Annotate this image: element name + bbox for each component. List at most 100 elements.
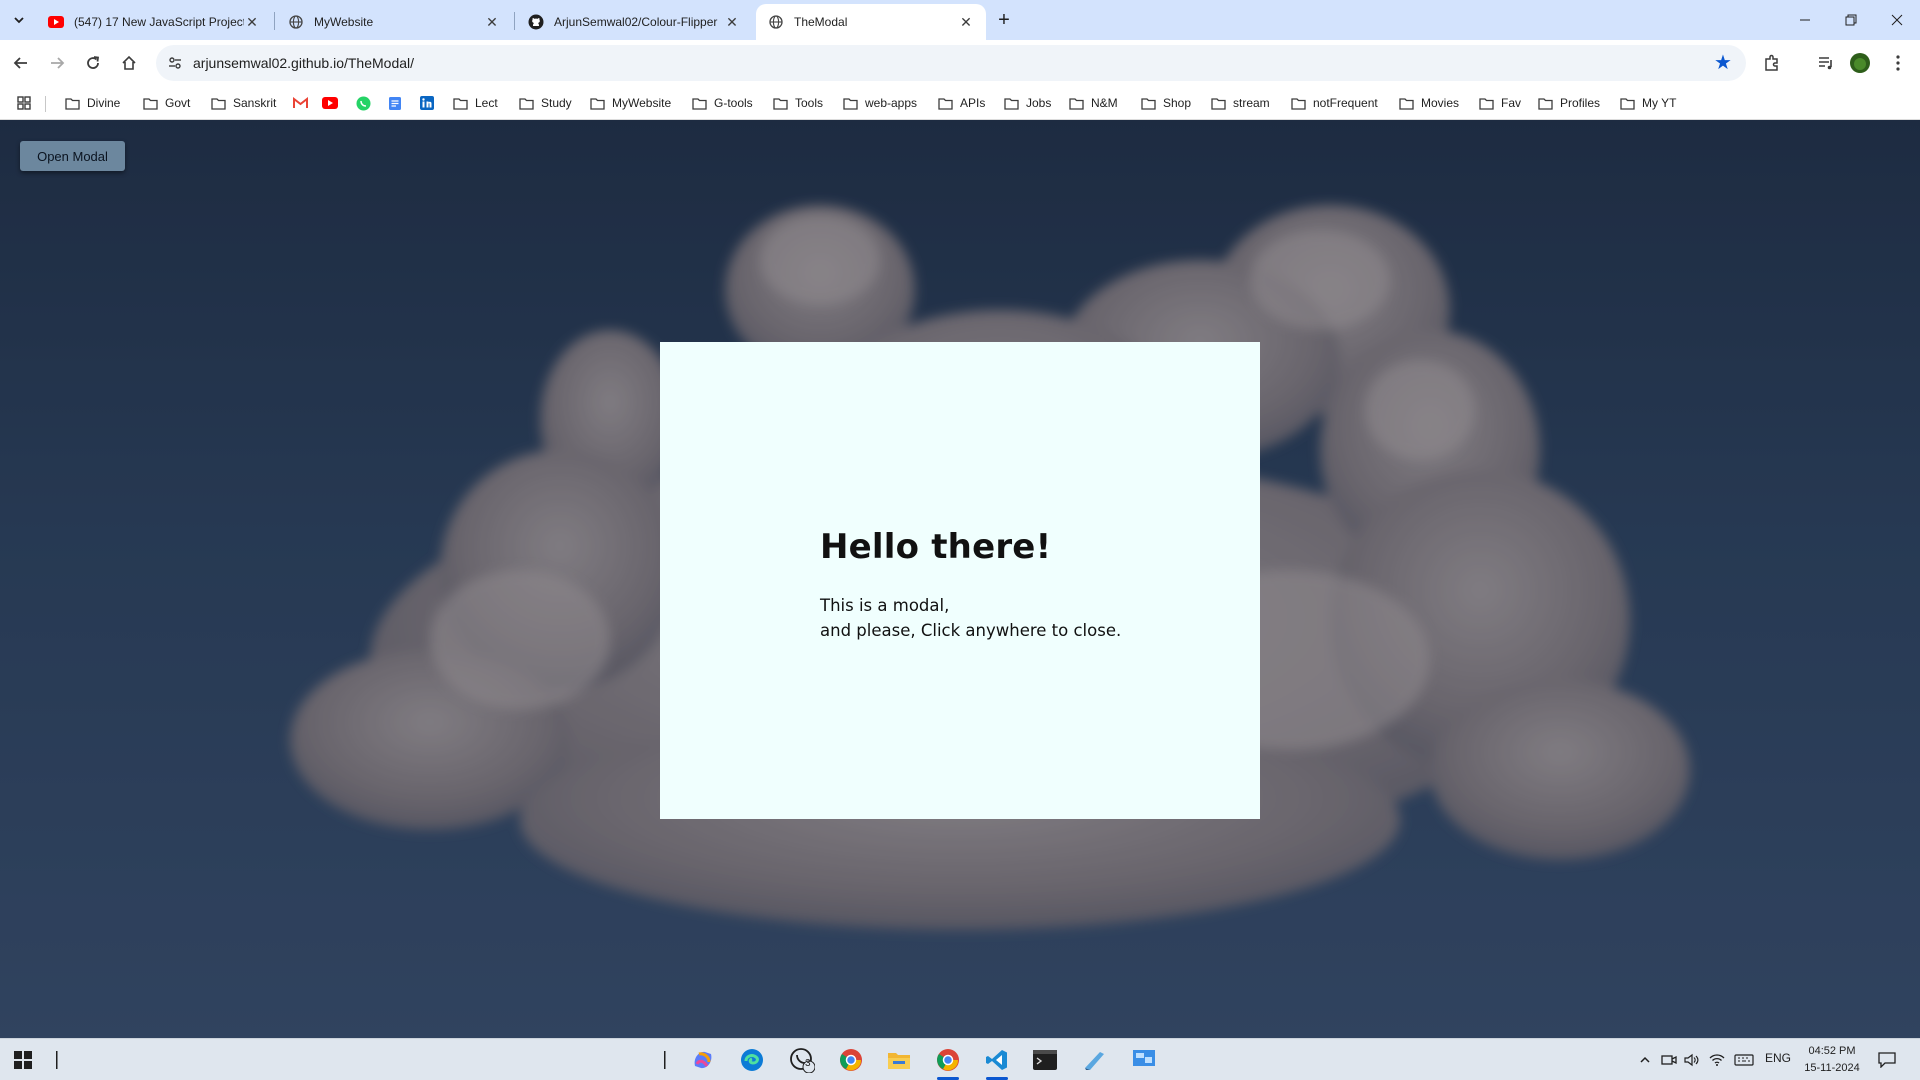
tab-title: MyWebsite <box>314 15 374 29</box>
bookmark-folder-mywebsite[interactable]: MyWebsite <box>589 91 671 115</box>
tab-themodal[interactable]: TheModal ✕ <box>756 4 986 40</box>
close-tab-icon[interactable]: ✕ <box>484 14 500 30</box>
new-tab-button[interactable]: + <box>990 8 1018 32</box>
profile-avatar[interactable] <box>1848 51 1872 75</box>
bookmark-folder-notfrequent[interactable]: notFrequent <box>1290 91 1378 115</box>
bookmark-folder-apis[interactable]: APIs <box>937 91 985 115</box>
folder-icon <box>1210 95 1226 111</box>
apps-button[interactable] <box>16 91 39 115</box>
taskbar-copilot[interactable] <box>686 1045 720 1075</box>
close-tab-icon[interactable]: ✕ <box>244 14 260 30</box>
task-view-button[interactable] <box>40 1045 74 1075</box>
bookmark-docs[interactable] <box>387 91 410 115</box>
tab-strip: (547) 17 New JavaScript Project ✕ MyWebs… <box>0 0 1920 40</box>
bookmark-folder-g-tools[interactable]: G-tools <box>691 91 753 115</box>
input-language[interactable]: ENG <box>1765 1051 1791 1065</box>
taskbar-vscode[interactable] <box>980 1045 1014 1080</box>
chevron-up-icon <box>1640 1056 1650 1063</box>
taskbar-chrome[interactable] <box>931 1045 965 1080</box>
folder-icon <box>1619 95 1635 111</box>
page-viewport[interactable]: Open Modal Hello there! This is a modal,… <box>0 120 1920 1038</box>
close-tab-icon[interactable]: ✕ <box>724 14 740 30</box>
folder-icon <box>772 95 788 111</box>
bookmark-folder-shop[interactable]: Shop <box>1140 91 1191 115</box>
tab-youtube[interactable]: (547) 17 New JavaScript Project ✕ <box>36 4 272 40</box>
reload-icon <box>87 56 100 69</box>
bookmark-folder-divine[interactable]: Divine <box>64 91 120 115</box>
restore-button[interactable] <box>1828 0 1874 40</box>
minimize-button[interactable] <box>1782 0 1828 40</box>
bookmark-folder-jobs[interactable]: Jobs <box>1003 91 1051 115</box>
bookmark-folder-sanskrit[interactable]: Sanskrit <box>210 91 276 115</box>
whatsapp-icon <box>355 95 371 111</box>
folder-icon <box>1003 95 1019 111</box>
bookmark-folder-profiles[interactable]: Profiles <box>1537 91 1600 115</box>
forward-button[interactable] <box>42 48 72 78</box>
bookmark-linkedin[interactable] <box>419 91 442 115</box>
browser-toolbar: arjunsemwal02.github.io/TheModal/ ★ <box>0 40 1920 86</box>
whatsapp-badge: 3 <box>805 1058 811 1069</box>
taskbar-file-explorer[interactable] <box>882 1045 916 1075</box>
speaker-icon <box>1684 1053 1699 1067</box>
close-tab-icon[interactable]: ✕ <box>958 14 974 30</box>
bookmark-label: Jobs <box>1026 96 1052 110</box>
bookmark-whatsapp[interactable] <box>355 91 378 115</box>
site-settings-icon[interactable] <box>166 54 184 72</box>
tab-divider <box>514 12 515 30</box>
bookmark-folder-n-m[interactable]: N&M <box>1068 91 1118 115</box>
minimize-icon <box>1800 19 1810 21</box>
bookmark-label: Lect <box>475 96 498 110</box>
browser-menu-button[interactable] <box>1886 51 1910 75</box>
bookmark-star-icon[interactable]: ★ <box>1712 52 1734 74</box>
folder-icon <box>142 95 158 111</box>
system-clock[interactable]: 04:52 PM 15-11-2024 <box>1800 1043 1864 1077</box>
bookmark-label: N&M <box>1091 96 1118 110</box>
keyboard-icon <box>1734 1054 1754 1066</box>
reload-button[interactable] <box>78 48 108 78</box>
tab-divider <box>274 12 275 30</box>
chevron-down-icon <box>14 17 24 24</box>
taskbar-chrome-profile[interactable] <box>834 1045 868 1075</box>
bookmark-label: stream <box>1233 96 1270 110</box>
tab-title: (547) 17 New JavaScript Project <box>74 15 244 29</box>
taskbar-edge[interactable] <box>735 1045 769 1075</box>
bookmark-folder-stream[interactable]: stream <box>1210 91 1270 115</box>
extensions-button[interactable] <box>1760 51 1784 75</box>
folder-icon <box>1290 95 1306 111</box>
bookmark-folder-study[interactable]: Study <box>518 91 572 115</box>
wifi-icon <box>1709 1054 1725 1066</box>
taskbar-terminal[interactable] <box>1028 1045 1062 1075</box>
tray-keyboard[interactable] <box>1727 1045 1761 1075</box>
bookmark-folder-fav[interactable]: Fav <box>1478 91 1521 115</box>
bookmark-youtube[interactable] <box>322 91 345 115</box>
bookmarks-divider <box>45 96 46 112</box>
bookmark-gmail[interactable] <box>292 91 315 115</box>
tab-mywebsite[interactable]: MyWebsite ✕ <box>276 4 512 40</box>
bookmark-label: Divine <box>87 96 121 110</box>
start-button[interactable] <box>6 1045 40 1075</box>
back-button[interactable] <box>6 48 36 78</box>
folder-icon <box>842 95 858 111</box>
open-modal-button[interactable]: Open Modal <box>20 141 125 171</box>
bookmark-folder-govt[interactable]: Govt <box>142 91 190 115</box>
tab-title: ArjunSemwal02/Colour-Flipper <box>554 15 718 29</box>
home-button[interactable] <box>114 48 144 78</box>
tab-github[interactable]: ArjunSemwal02/Colour-Flipper ✕ <box>516 4 752 40</box>
bookmark-folder-movies[interactable]: Movies <box>1398 91 1459 115</box>
bookmark-folder-my-yt[interactable]: My YT <box>1619 91 1676 115</box>
restore-icon <box>1845 14 1857 26</box>
close-window-button[interactable] <box>1874 0 1920 40</box>
taskbar-notepad[interactable] <box>1077 1045 1111 1075</box>
notifications-button[interactable] <box>1870 1045 1904 1075</box>
bookmark-label: Movies <box>1421 96 1460 110</box>
address-bar[interactable]: arjunsemwal02.github.io/TheModal/ ★ <box>156 45 1746 81</box>
taskbar-remote-desktop[interactable] <box>1127 1045 1161 1075</box>
media-control-button[interactable] <box>1814 51 1838 75</box>
folder-icon <box>691 95 707 111</box>
bookmark-folder-lect[interactable]: Lect <box>452 91 498 115</box>
bookmark-folder-web-apps[interactable]: web-apps <box>842 91 917 115</box>
taskbar-whatsapp[interactable]: 3 <box>785 1045 819 1075</box>
bookmark-folder-tools[interactable]: Tools <box>772 91 823 115</box>
bookmark-label: Tools <box>795 96 824 110</box>
tab-search-button[interactable] <box>6 8 32 32</box>
